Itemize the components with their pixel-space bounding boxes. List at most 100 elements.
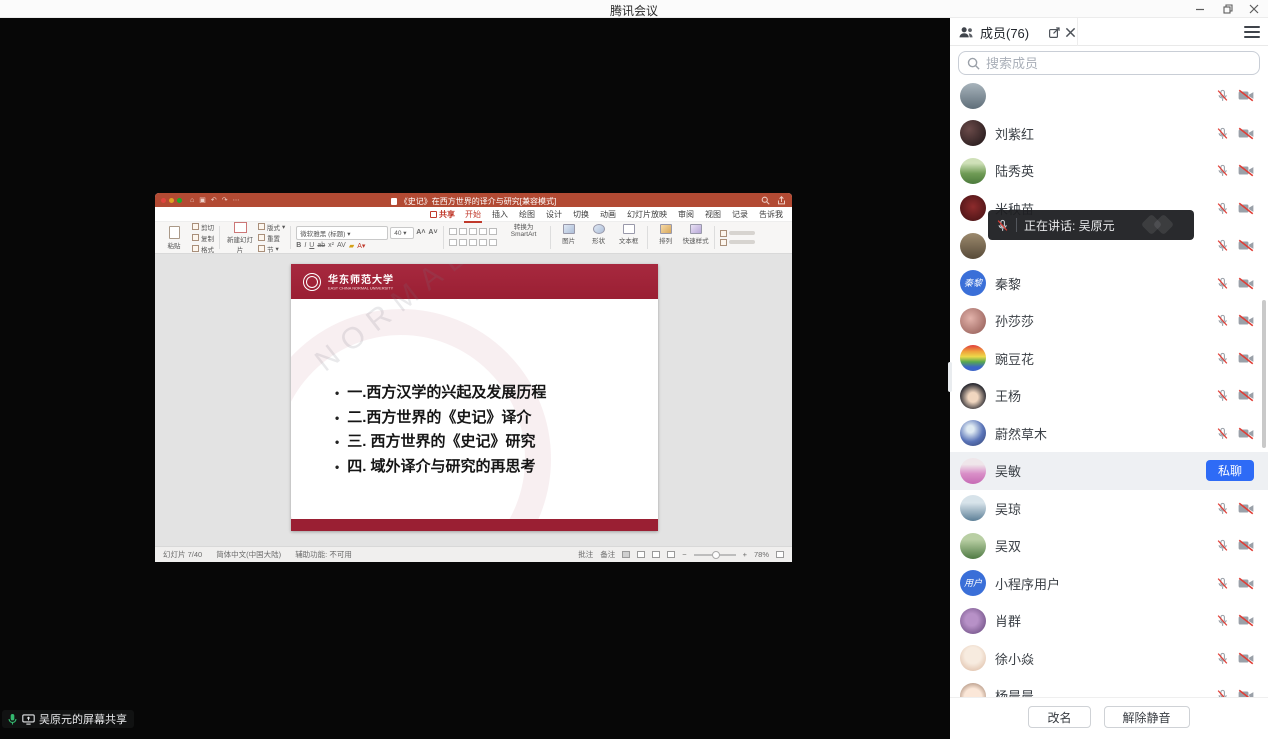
- char-spacing-button[interactable]: AV: [337, 242, 346, 249]
- ppt-menu-tab[interactable]: 开始: [464, 207, 482, 222]
- bullets-icon[interactable]: [449, 228, 457, 235]
- font-size-combo[interactable]: 40 ▾: [390, 227, 414, 239]
- mic-muted-icon[interactable]: [1216, 89, 1229, 102]
- numbering-icon[interactable]: [459, 228, 467, 235]
- ppt-menu-tab[interactable]: 审阅: [677, 207, 695, 222]
- member-row[interactable]: 孙莎莎: [950, 302, 1268, 340]
- insert-picture-button[interactable]: 图片: [556, 224, 582, 251]
- traffic-close-icon[interactable]: [161, 198, 166, 203]
- layout-button[interactable]: 版式 ▾: [258, 222, 285, 232]
- ppt-menu-tab[interactable]: 记录: [731, 207, 749, 222]
- normal-view-icon[interactable]: [622, 551, 630, 558]
- cut-button[interactable]: 剪切: [192, 222, 214, 232]
- ppt-menu-tab[interactable]: 设计: [545, 207, 563, 222]
- paste-button[interactable]: 粘贴: [159, 226, 189, 250]
- share-document-icon[interactable]: [777, 196, 786, 205]
- close-button[interactable]: [1247, 2, 1261, 16]
- private-chat-button[interactable]: 私聊: [1206, 460, 1254, 481]
- camera-off-icon[interactable]: [1238, 614, 1254, 627]
- ppt-share-button[interactable]: 共享: [430, 209, 455, 220]
- ppt-menu-tab[interactable]: 幻灯片放映: [626, 207, 668, 222]
- camera-off-icon[interactable]: [1238, 689, 1254, 697]
- mic-muted-icon[interactable]: [1216, 352, 1229, 365]
- insert-shapes-button[interactable]: 形状: [586, 224, 612, 251]
- minimize-button[interactable]: [1193, 2, 1207, 16]
- member-row[interactable]: 吴琼: [950, 490, 1268, 528]
- strikethrough-button[interactable]: ab: [317, 242, 325, 249]
- selection-pane-icon[interactable]: [720, 239, 727, 246]
- shrink-font-button[interactable]: A˅: [428, 229, 437, 236]
- camera-off-icon[interactable]: [1238, 89, 1254, 102]
- hamburger-menu-icon[interactable]: [1244, 25, 1260, 39]
- zoom-percent[interactable]: 78%: [754, 550, 769, 559]
- zoom-out-icon[interactable]: −: [682, 550, 686, 559]
- align-right-icon[interactable]: [469, 239, 477, 246]
- member-row[interactable]: 秦黎 秦黎: [950, 265, 1268, 303]
- grow-font-button[interactable]: A˄: [416, 229, 425, 236]
- member-row[interactable]: 蔚然草木: [950, 415, 1268, 453]
- redo-icon[interactable]: ↷: [222, 197, 228, 204]
- zoom-slider[interactable]: [694, 554, 736, 556]
- camera-off-icon[interactable]: [1238, 502, 1254, 515]
- format-painter-button[interactable]: 格式: [192, 244, 214, 254]
- bold-button[interactable]: B: [296, 242, 301, 249]
- ppt-menu-tab[interactable]: 动画: [599, 207, 617, 222]
- camera-off-icon[interactable]: [1238, 427, 1254, 440]
- ppt-menu-tab[interactable]: 绘图: [518, 207, 536, 222]
- member-row[interactable]: 陆秀英: [950, 152, 1268, 190]
- font-color-button[interactable]: A▾: [357, 242, 365, 250]
- restore-button[interactable]: [1221, 2, 1235, 16]
- member-row[interactable]: 用户 小程序用户: [950, 565, 1268, 603]
- mic-muted-icon[interactable]: [1216, 277, 1229, 290]
- camera-off-icon[interactable]: [1238, 539, 1254, 552]
- member-row[interactable]: 杨晨晨: [950, 677, 1268, 697]
- mic-muted-icon[interactable]: [1216, 202, 1229, 215]
- member-row[interactable]: 肖群: [950, 602, 1268, 640]
- camera-off-icon[interactable]: [1238, 652, 1254, 665]
- screen-share-badge[interactable]: 吴原元的屏幕共享: [2, 710, 134, 728]
- member-row[interactable]: 豌豆花: [950, 340, 1268, 378]
- notes-button[interactable]: 备注: [600, 549, 615, 560]
- traffic-minimize-icon[interactable]: [169, 198, 174, 203]
- section-button[interactable]: 节 ▾: [258, 244, 285, 254]
- reset-button[interactable]: 重置: [258, 233, 285, 243]
- member-row[interactable]: 吴敏 私聊: [950, 452, 1268, 490]
- mic-muted-icon[interactable]: [1216, 539, 1229, 552]
- indent-decrease-icon[interactable]: [469, 228, 477, 235]
- indent-increase-icon[interactable]: [479, 228, 487, 235]
- font-name-combo[interactable]: 微软雅黑 (标题) ▾: [296, 226, 388, 240]
- copy-button[interactable]: 复制: [192, 233, 214, 243]
- quick-styles-button[interactable]: 快速样式: [683, 224, 709, 251]
- italic-button[interactable]: I: [304, 242, 306, 249]
- mic-muted-icon[interactable]: [1216, 652, 1229, 665]
- member-row[interactable]: 刘紫红: [950, 115, 1268, 153]
- insert-textbox-button[interactable]: 文本框: [616, 224, 642, 251]
- ppt-menu-tab[interactable]: 视图: [704, 207, 722, 222]
- camera-off-icon[interactable]: [1238, 164, 1254, 177]
- scrollbar-thumb[interactable]: [1262, 300, 1266, 448]
- mic-muted-icon[interactable]: [1216, 314, 1229, 327]
- more-icon[interactable]: ⋯: [233, 197, 240, 204]
- camera-off-icon[interactable]: [1238, 239, 1254, 252]
- camera-off-icon[interactable]: [1238, 314, 1254, 327]
- rename-button[interactable]: 改名: [1028, 706, 1090, 728]
- mic-muted-icon[interactable]: [1216, 689, 1229, 697]
- traffic-zoom-icon[interactable]: [177, 198, 182, 203]
- zoom-in-icon[interactable]: +: [743, 550, 747, 559]
- text-direction-icon[interactable]: [489, 239, 497, 246]
- highlight-color-button[interactable]: ▰: [349, 242, 354, 250]
- arrange-button[interactable]: 排列: [653, 224, 679, 251]
- member-list[interactable]: 刘紫红: [950, 77, 1268, 697]
- ppt-menu-tab[interactable]: 告诉我: [758, 207, 784, 222]
- member-row[interactable]: 徐小焱: [950, 640, 1268, 678]
- camera-off-icon[interactable]: [1238, 127, 1254, 140]
- comments-button[interactable]: 批注: [578, 549, 593, 560]
- camera-off-icon[interactable]: [1238, 277, 1254, 290]
- camera-off-icon[interactable]: [1238, 352, 1254, 365]
- member-row[interactable]: [950, 77, 1268, 115]
- underline-button[interactable]: U: [309, 242, 314, 249]
- convert-smartart-button[interactable]: 转换为SmartArt: [503, 224, 545, 251]
- member-row[interactable]: 吴双: [950, 527, 1268, 565]
- mic-muted-icon[interactable]: [1216, 577, 1229, 590]
- camera-off-icon[interactable]: [1238, 202, 1254, 215]
